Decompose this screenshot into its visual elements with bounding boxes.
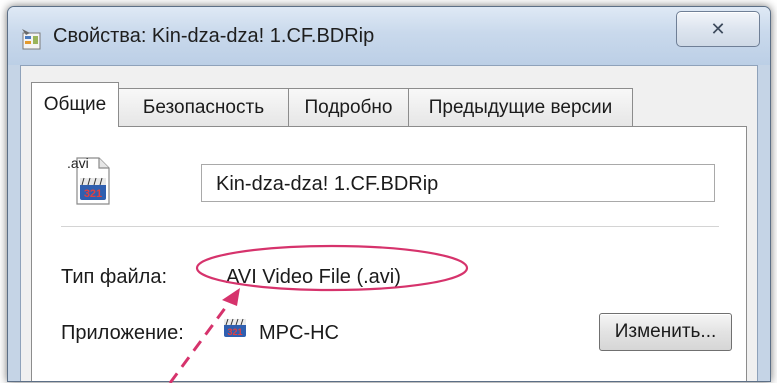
- tab-security[interactable]: Безопасность: [118, 88, 289, 126]
- tab-general[interactable]: Общие: [31, 82, 119, 127]
- file-ext-label: .avi: [67, 155, 89, 171]
- close-icon: ✕: [710, 18, 726, 39]
- svg-text:321: 321: [227, 327, 242, 337]
- app-label: Приложение:: [61, 322, 184, 344]
- divider: [61, 226, 719, 227]
- file-type-label: Тип файла:: [61, 266, 167, 288]
- title-bar[interactable]: Свойства: Kin-dza-dza! 1.CF.BDRip ✕: [8, 7, 770, 65]
- properties-icon: [22, 29, 41, 50]
- app-value: MPC-HC: [259, 322, 339, 344]
- properties-window: Свойства: Kin-dza-dza! 1.CF.BDRip ✕ Общи…: [7, 6, 771, 382]
- tab-details[interactable]: Подробно: [288, 88, 409, 126]
- tab-previous-versions[interactable]: Предыдущие версии: [408, 88, 633, 126]
- dialog-body: Общие Безопасность Подробно Предыдущие в…: [20, 65, 758, 381]
- avi-file-icon: .avi 321: [67, 155, 110, 205]
- file-type-value: AVI Video File (.avi): [226, 266, 401, 288]
- close-button[interactable]: ✕: [676, 11, 760, 47]
- change-button[interactable]: Изменить...: [599, 313, 732, 351]
- file-icon-badge: 321: [84, 188, 102, 200]
- window-title: Свойства: Kin-dza-dza! 1.CF.BDRip: [53, 25, 375, 47]
- file-name-field[interactable]: Kin-dza-dza! 1.CF.BDRip: [201, 164, 715, 202]
- mpc-hc-icon: 321: [224, 318, 246, 337]
